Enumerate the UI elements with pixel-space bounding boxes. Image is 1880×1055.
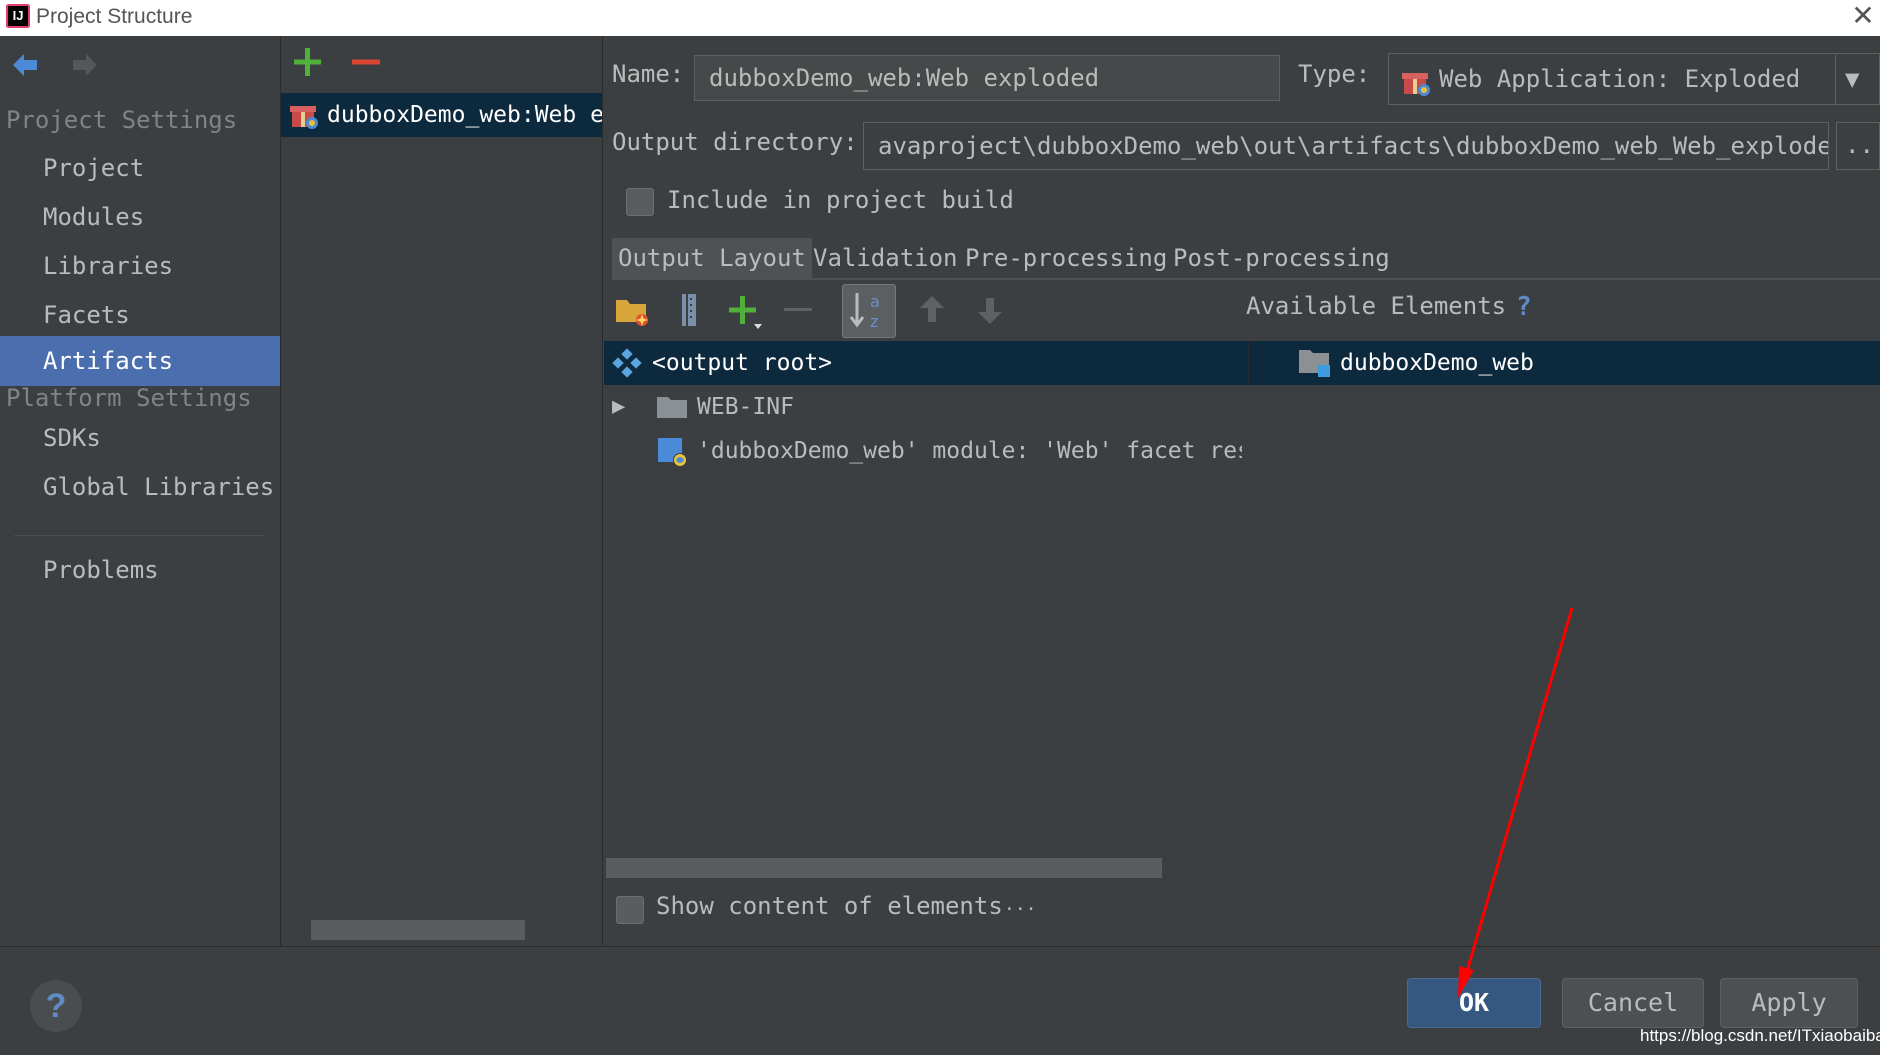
name-label: Name: (612, 60, 685, 88)
available-elements-help-icon[interactable]: ? (1516, 292, 1532, 322)
back-button[interactable] (10, 50, 56, 96)
type-select-value: Web Application: Exploded (1439, 65, 1801, 93)
web-facet-icon (656, 436, 688, 472)
create-directory-button[interactable] (612, 290, 658, 336)
list-scrollbar[interactable] (311, 920, 525, 940)
module-folder-icon (1298, 347, 1332, 385)
tree-row-label: 'dubboxDemo_web' module: 'Web' facet res (697, 438, 1242, 464)
web-artifact-icon (289, 100, 319, 137)
minus-icon (352, 59, 380, 65)
close-window-button[interactable]: ✕ (1848, 2, 1878, 32)
question-icon: ? (45, 987, 67, 1025)
svg-text:z: z (870, 312, 878, 331)
available-element-row[interactable]: dubboxDemo_web (1298, 341, 1858, 385)
remove-artifact-button[interactable] (348, 44, 394, 90)
plus-icon (294, 48, 321, 76)
sidebar-item-facets[interactable]: Facets (0, 291, 280, 339)
sidebar-item-project[interactable]: Project (0, 144, 280, 192)
arrow-left-icon (13, 54, 37, 76)
select-divider (1835, 54, 1836, 104)
show-content-checkbox[interactable] (616, 896, 644, 924)
web-artifact-icon (1401, 64, 1431, 104)
include-in-build-label: Include in project build (667, 186, 1014, 214)
output-root-icon (612, 348, 642, 384)
tree-splitter[interactable] (1248, 341, 1249, 385)
add-element-button[interactable] (724, 290, 770, 336)
sidebar-item-problems[interactable]: Problems (0, 546, 280, 594)
sidebar-item-global-libraries[interactable]: Global Libraries (0, 463, 280, 511)
archive-icon (682, 294, 696, 326)
svg-text:a: a (870, 292, 880, 311)
platform-settings-heading: Platform Settings (6, 384, 252, 412)
forward-button[interactable] (70, 50, 116, 96)
sidebar-item-sdks[interactable]: SDKs (0, 414, 280, 462)
include-in-build-checkbox[interactable] (626, 188, 654, 216)
sidebar-item-artifacts[interactable]: Artifacts (0, 336, 280, 386)
tab-post-processing[interactable]: Post-processing (1167, 238, 1396, 278)
type-label: Type: (1298, 60, 1371, 88)
arrow-down-icon (978, 298, 1002, 324)
output-directory-label: Output directory: (612, 128, 858, 156)
browse-directory-button[interactable]: ... (1836, 122, 1880, 170)
tree-horizontal-scrollbar[interactable] (606, 858, 1162, 878)
sidebar-item-modules[interactable]: Modules (0, 193, 280, 241)
apply-button[interactable]: Apply (1720, 978, 1858, 1028)
available-element-label: dubboxDemo_web (1340, 350, 1534, 376)
sidebar-divider (14, 535, 264, 536)
project-settings-heading: Project Settings (6, 106, 238, 134)
add-artifact-button[interactable] (290, 44, 336, 90)
move-down-button[interactable] (970, 290, 1016, 336)
sort-elements-button[interactable]: a z (842, 284, 896, 338)
plus-dropdown-icon (729, 296, 762, 329)
artifact-list-label: dubboxDemo_web:Web exploded (327, 102, 602, 128)
intellij-app-icon: IJ (6, 4, 30, 28)
footer-divider (0, 946, 1880, 947)
move-up-button[interactable] (912, 290, 958, 336)
name-field[interactable]: dubboxDemo_web:Web exploded (694, 55, 1280, 101)
tree-row-label: <output root> (652, 350, 833, 376)
tab-pre-processing[interactable]: Pre-processing (959, 238, 1173, 278)
folder-icon (656, 394, 688, 426)
new-folder-icon (616, 300, 648, 326)
tab-strip-border (612, 278, 1880, 280)
title-bar (0, 0, 1880, 36)
arrow-up-icon (920, 296, 944, 322)
artifact-list-panel (281, 36, 602, 946)
panel-divider (602, 36, 603, 946)
tree-row[interactable]: <output root> (612, 341, 1232, 385)
ok-button[interactable]: OK (1407, 978, 1541, 1028)
close-icon: ✕ (1851, 0, 1875, 31)
sort-alphabetical-icon: a z (849, 292, 880, 331)
help-button[interactable]: ? (30, 980, 82, 1032)
remove-element-button[interactable] (780, 290, 826, 336)
window-title: Project Structure (36, 5, 193, 28)
list-item[interactable]: dubboxDemo_web:Web exploded (281, 93, 602, 137)
tree-row-label: WEB-INF (697, 394, 794, 420)
tab-output-layout[interactable]: Output Layout (612, 238, 812, 278)
sidebar-item-libraries[interactable]: Libraries (0, 242, 280, 290)
type-select[interactable]: Web Application: Exploded ▼ (1388, 53, 1880, 105)
chevron-down-icon: ▼ (1845, 65, 1860, 93)
watermark-text: https://blog.csdn.net/ITxiaobaibai (1640, 1026, 1880, 1045)
cancel-button[interactable]: Cancel (1562, 978, 1704, 1028)
add-archive-button[interactable] (670, 290, 716, 336)
show-content-label: Show content of elements (656, 892, 1003, 920)
minus-icon (784, 308, 812, 311)
expand-triangle-icon[interactable]: ▶ (612, 386, 625, 428)
arrow-right-icon (73, 54, 97, 76)
show-content-ellipsis: ... (1004, 894, 1037, 915)
output-directory-field[interactable]: avaproject\dubboxDemo_web\out\artifacts\… (863, 122, 1829, 170)
tab-validation[interactable]: Validation (807, 238, 964, 278)
tree-row[interactable]: ▶ WEB-INF (612, 386, 1232, 428)
available-elements-label: Available Elements (1246, 292, 1507, 320)
tree-row[interactable]: 'dubboxDemo_web' module: 'Web' facet res (612, 430, 1242, 472)
